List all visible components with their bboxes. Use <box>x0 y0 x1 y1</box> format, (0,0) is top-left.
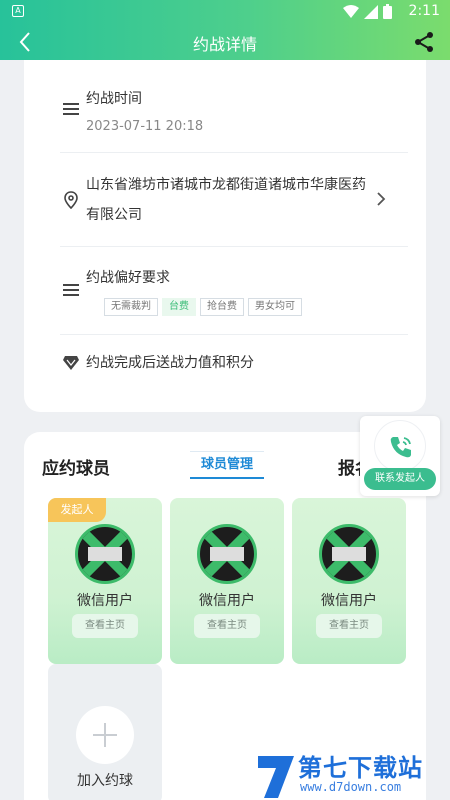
page-title: 约战详情 <box>192 35 257 54</box>
avatar <box>197 524 257 584</box>
reward-text: 约战完成后送战力值和积分 <box>86 355 254 371</box>
menu-icon <box>63 284 79 296</box>
contact-organizer-button[interactable]: 联系发起人 <box>360 416 440 496</box>
divider <box>60 152 408 153</box>
status-bar: A 2:11 <box>0 0 450 24</box>
player-card[interactable]: 微信用户 查看主页 <box>170 498 284 664</box>
address-text[interactable]: 山东省潍坊市诸城市龙都街道诸城市华康医药有限公司 <box>86 170 366 230</box>
avatar <box>75 524 135 584</box>
add-button[interactable] <box>76 706 134 764</box>
tag-item: 男女均可 <box>248 298 302 316</box>
tag-item: 抢台费 <box>200 298 244 316</box>
location-pin-icon <box>64 191 78 209</box>
divider <box>60 246 408 247</box>
join-match-card[interactable]: 加入约球 <box>48 664 162 800</box>
battery-icon <box>383 4 392 19</box>
chevron-right-icon[interactable] <box>374 190 388 208</box>
organizer-badge: 发起人 <box>48 498 106 522</box>
plus-icon <box>93 723 117 747</box>
avatar <box>319 524 379 584</box>
status-time: 2:11 <box>408 3 440 19</box>
phone-icon <box>390 437 411 458</box>
share-icon[interactable] <box>412 30 436 54</box>
player-name: 微信用户 <box>321 593 377 609</box>
view-homepage-button[interactable]: 查看主页 <box>72 614 138 638</box>
watermark-text: 第七下载站 <box>298 754 423 782</box>
divider <box>60 334 408 335</box>
manage-players-button[interactable]: 球员管理 <box>190 451 264 479</box>
app-notification-icon: A <box>12 5 24 17</box>
wifi-icon <box>343 4 359 18</box>
view-homepage-button[interactable]: 查看主页 <box>316 614 382 638</box>
view-homepage-button[interactable]: 查看主页 <box>194 614 260 638</box>
preference-label: 约战偏好要求 <box>86 270 170 286</box>
player-card[interactable]: 发起人 微信用户 查看主页 <box>48 498 162 664</box>
contact-label: 联系发起人 <box>364 468 436 490</box>
tag-item: 无需裁判 <box>104 298 158 316</box>
players-title: 应约球员 <box>42 459 110 479</box>
signal-icon <box>364 4 378 19</box>
time-value: 2023-07-11 20:18 <box>86 119 204 134</box>
nav-bar: 约战详情 <box>0 24 450 60</box>
watermark-url: www.d7down.com <box>300 780 402 794</box>
player-name: 微信用户 <box>199 593 255 609</box>
time-label: 约战时间 <box>86 91 142 107</box>
menu-icon <box>63 103 79 115</box>
tag-item: 台费 <box>162 298 196 316</box>
diamond-icon <box>63 356 79 370</box>
preference-tags: 无需裁判 台费 抢台费 男女均可 <box>104 298 302 316</box>
phone-circle <box>374 420 426 472</box>
join-label: 加入约球 <box>77 773 133 789</box>
player-name: 微信用户 <box>77 593 133 609</box>
player-card[interactable]: 微信用户 查看主页 <box>292 498 406 664</box>
